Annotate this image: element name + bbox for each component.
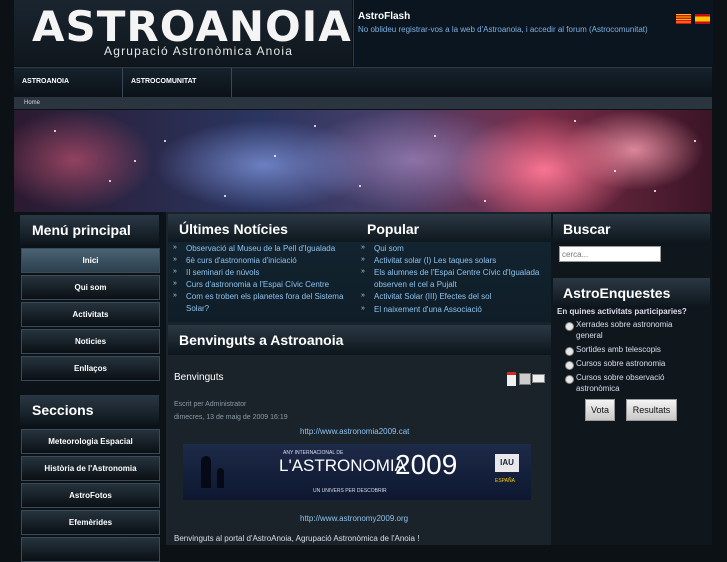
print-icon[interactable] <box>519 373 531 385</box>
menu-item-qui-som[interactable]: Qui som <box>21 275 160 300</box>
pdf-icon[interactable] <box>507 372 516 386</box>
double-arrow-icon: » <box>361 256 365 263</box>
main-menu-title: Menú principal <box>20 215 159 245</box>
search-title: Buscar <box>553 214 710 244</box>
latest-news-title: Últimes Notícies <box>168 214 358 244</box>
section-more[interactable] <box>21 537 160 562</box>
poll-radio[interactable] <box>565 375 574 384</box>
right-column: Buscar AstroEnquestes En quines activita… <box>551 212 712 545</box>
email-icon[interactable] <box>532 374 545 383</box>
news-item[interactable]: II seminari de núvols <box>186 267 356 279</box>
breadcrumb-home[interactable]: Home <box>14 100 40 106</box>
news-item[interactable]: Observació al Museu de la Pell d'Igualad… <box>186 243 356 255</box>
section-astrofotos[interactable]: AstroFotos <box>21 483 160 508</box>
iau-logo: IAU <box>495 454 519 472</box>
spanish-flag-icon[interactable] <box>695 14 710 24</box>
nav-item-astroanoia[interactable]: ASTROANOIA <box>14 68 123 97</box>
article-date: dimecres, 13 de maig de 2009 16:19 <box>174 414 288 421</box>
banner-year: 2009 <box>395 449 458 480</box>
news-item[interactable]: Curs d'astronomia a l'Espai Cívic Centre <box>186 279 356 291</box>
double-arrow-icon: » <box>361 292 365 299</box>
popular-title: Popular <box>358 214 551 244</box>
double-arrow-icon: » <box>173 244 177 251</box>
astroflash-box: AstroFlash No oblideu registrar-vos a la… <box>353 0 713 66</box>
popular-item[interactable]: Activitat Solar (III) Efectes del sol <box>374 291 544 303</box>
double-arrow-icon: » <box>173 268 177 275</box>
popular-item[interactable]: Qui som <box>374 243 544 255</box>
menu-item-activitats[interactable]: Activitats <box>21 302 160 327</box>
section-historia[interactable]: Història de l'Astronomia <box>21 456 160 481</box>
banner-country: ESPAÑA <box>495 478 515 484</box>
sections-title: Seccions <box>20 395 159 425</box>
silhouette-adult <box>201 456 211 488</box>
poll-option: Cursos sobre observació astronòmica <box>576 373 665 393</box>
section-efemerides[interactable]: Efemèrides <box>21 510 160 535</box>
logo-subtitle: Agrupació Astronòmica Anoia <box>104 44 294 58</box>
section-meteorologia[interactable]: Meteorologia Espacial <box>21 429 160 454</box>
link-astronomy2009-org[interactable]: http://www.astronomy2009.org <box>300 514 408 523</box>
nav-item-astrocomunitat[interactable]: ASTROCOMUNITAT <box>123 68 232 97</box>
banner-title: L'ASTRONOMIA <box>279 456 406 475</box>
poll-radio[interactable] <box>565 347 574 356</box>
iya2009-banner-image[interactable]: ANY INTERNACIONAL DE L'ASTRONOMIA 2009 U… <box>183 444 531 500</box>
catalan-flag-icon[interactable] <box>676 14 691 24</box>
poll-question: En quines activitats participaries? <box>557 307 687 316</box>
poll-title: AstroEnquestes <box>553 278 710 308</box>
menu-item-enllacos[interactable]: Enllaços <box>21 356 160 381</box>
breadcrumb: Home <box>14 97 712 109</box>
double-arrow-icon: » <box>173 256 177 263</box>
flash-title: AstroFlash <box>358 11 411 22</box>
popular-item[interactable]: Activitat solar (I) Les taques solars <box>374 255 544 267</box>
article-author: Escrit per Administrator <box>174 401 247 408</box>
poll-radio[interactable] <box>565 322 574 331</box>
left-column: Menú principal Inici Qui som Activitats … <box>14 212 166 562</box>
poll-option: Cursos sobre astronomia <box>576 359 666 368</box>
news-item[interactable]: 6è curs d'astronomia d'iniciació <box>186 255 356 267</box>
search-input[interactable] <box>559 246 661 262</box>
nebula-banner-image <box>14 110 712 212</box>
news-item[interactable]: Com es troben els planetes fora del Sist… <box>186 291 358 315</box>
article-intro: Benvinguts al portal d'AstroAnoia, Agrup… <box>174 534 420 543</box>
popular-item[interactable]: El naixement d'una Associació <box>374 304 544 316</box>
menu-item-noticies[interactable]: Noticies <box>21 329 160 354</box>
results-button[interactable]: Resultats <box>626 399 677 421</box>
banner-subtitle: UN UNIVERS PER DESCOBRIR <box>313 488 387 494</box>
double-arrow-icon: » <box>361 305 365 312</box>
article-heading: Benvinguts a Astroanoia <box>168 325 551 355</box>
poll-option: Xerrades sobre astronomia general <box>576 320 673 340</box>
popular-item[interactable]: Els alumnes de l'Espai Centre Cívic d'Ig… <box>374 267 544 291</box>
article-title: Benvinguts <box>174 372 224 383</box>
menu-item-inici[interactable]: Inici <box>21 248 160 273</box>
flash-message[interactable]: No oblideu registrar-vos a la web d'Astr… <box>358 25 648 34</box>
double-arrow-icon: » <box>173 280 177 287</box>
poll-radio[interactable] <box>565 361 574 370</box>
double-arrow-icon: » <box>361 244 365 251</box>
link-astronomia2009-cat[interactable]: http://www.astronomia2009.cat <box>300 427 409 436</box>
top-navigation: ASTROANOIA ASTROCOMUNITAT <box>14 67 712 98</box>
double-arrow-icon: » <box>173 292 177 299</box>
vote-button[interactable]: Vota <box>585 399 615 421</box>
silhouette-child <box>217 468 224 488</box>
double-arrow-icon: » <box>361 268 365 275</box>
site-logo[interactable]: ASTROANOIA Agrupació Astronòmica Anoia <box>14 0 352 66</box>
news-box: » Observació al Museu de la Pell d'Igual… <box>168 242 551 322</box>
poll-option: Sortides amb telescopis <box>576 345 661 354</box>
